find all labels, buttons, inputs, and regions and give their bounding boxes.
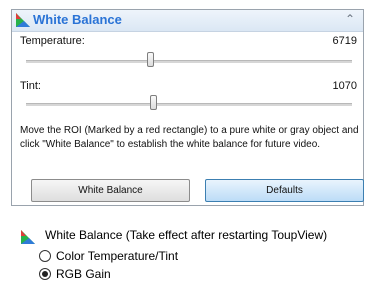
white-balance-button[interactable]: White Balance — [31, 179, 190, 202]
tint-label: Tint: — [20, 80, 41, 92]
temperature-value: 6719 — [332, 35, 357, 47]
white-balance-mode-title: White Balance (Take effect after restart… — [45, 228, 328, 242]
temperature-slider-thumb[interactable] — [146, 52, 154, 67]
radio-label[interactable]: RGB Gain — [56, 267, 111, 281]
temperature-slider-track — [26, 60, 352, 63]
radio-button[interactable] — [39, 250, 51, 262]
radio-label[interactable]: Color Temperature/Tint — [56, 249, 178, 263]
white-balance-icon — [21, 230, 35, 244]
white-balance-panel: White Balance ⌃ Temperature: 6719 Tint: … — [11, 9, 364, 206]
instruction-text: Move the ROI (Marked by a red rectangle)… — [20, 125, 359, 150]
panel-header: White Balance ⌃ — [12, 10, 363, 32]
radio-button[interactable] — [39, 268, 51, 280]
temperature-slider[interactable] — [26, 52, 352, 70]
radio-dot — [42, 271, 48, 277]
white-balance-icon — [16, 13, 30, 27]
tint-slider[interactable] — [26, 95, 352, 113]
tint-slider-track — [26, 103, 352, 106]
defaults-button[interactable]: Defaults — [205, 179, 364, 202]
temperature-label: Temperature: — [20, 35, 85, 47]
tint-value: 1070 — [332, 80, 357, 92]
tint-slider-thumb[interactable] — [150, 95, 158, 110]
panel-title: White Balance — [33, 12, 122, 27]
collapse-chevron-icon[interactable]: ⌃ — [345, 12, 355, 26]
